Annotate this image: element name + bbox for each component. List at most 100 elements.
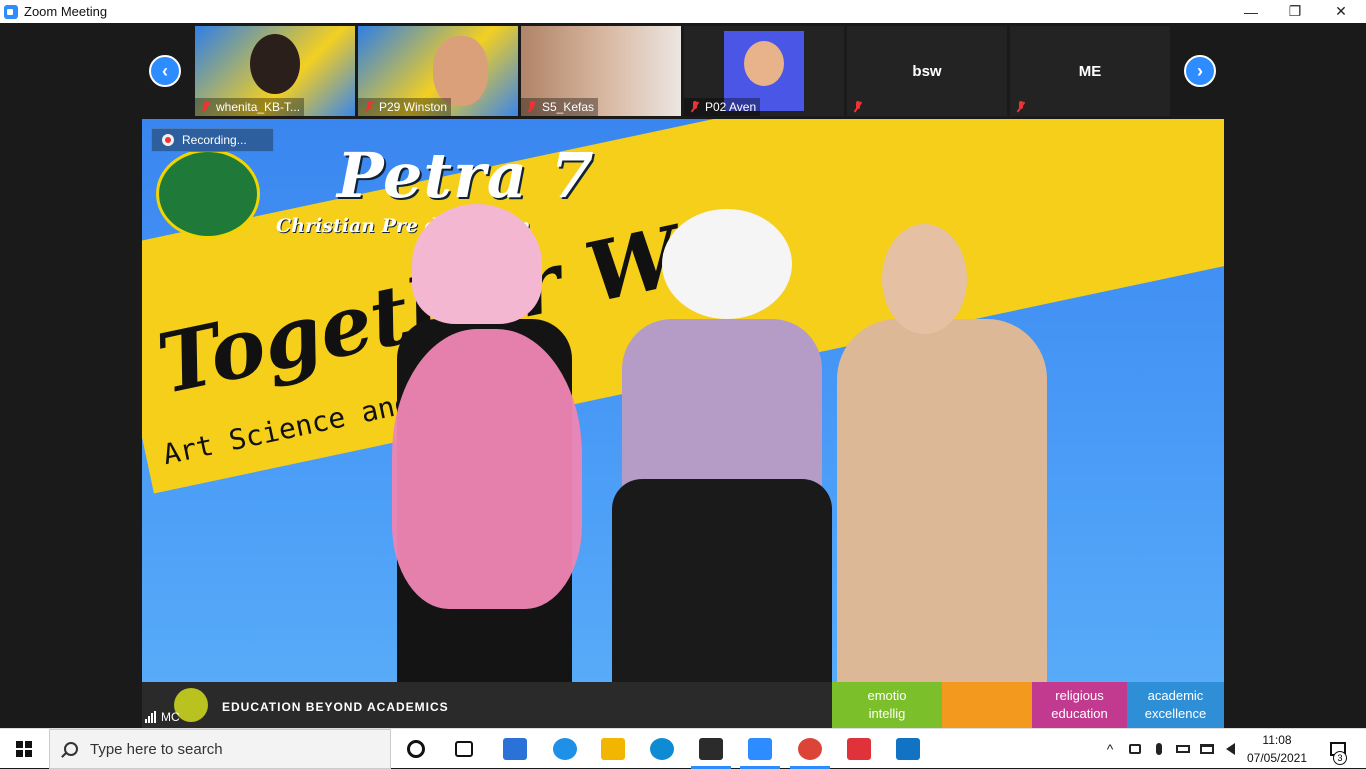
windows-logo-icon (16, 741, 32, 757)
mic-muted-icon (1016, 101, 1026, 113)
next-page-button[interactable]: › (1184, 55, 1216, 87)
banner-pill: emotio intellig (832, 682, 942, 728)
banner-pill: academic excellence (1127, 682, 1224, 728)
media-player-icon (896, 738, 920, 760)
participant-name-bar: P02 Aven (684, 98, 761, 116)
signal-strength-icon (145, 711, 156, 723)
sticky-notes-icon (699, 738, 723, 760)
presenter-right-head (882, 224, 967, 334)
participant-video (250, 34, 300, 94)
octopus-hat (412, 204, 542, 324)
taskbar-app-button[interactable] (541, 729, 589, 769)
battery-icon[interactable] (1172, 729, 1194, 769)
recording-indicator[interactable]: Recording... (151, 128, 274, 152)
bottom-banner: EDUCATION BEYOND ACADEMICS emotio intell… (142, 682, 1224, 728)
edge-legacy-icon (553, 738, 577, 760)
participant-name: P29 Winston (379, 100, 448, 114)
notification-count-badge: 3 (1333, 751, 1347, 765)
previous-page-button[interactable]: ‹ (149, 55, 181, 87)
participant-name: whenita_KB-T... (216, 100, 301, 114)
participant-tile[interactable]: P02 Aven (684, 26, 844, 116)
chrome-icon (798, 738, 822, 760)
participant-tile[interactable]: P29 Winston (358, 26, 518, 116)
taskbar-app-button[interactable] (440, 729, 488, 769)
snip-icon (847, 738, 871, 760)
taskbar-app-button[interactable] (736, 729, 784, 769)
participant-tile[interactable]: whenita_KB-T... (195, 26, 355, 116)
participant-tile[interactable]: bsw (847, 26, 1007, 116)
mail-icon (503, 738, 527, 760)
recording-label: Recording... (182, 133, 247, 147)
taskbar-app-button[interactable] (491, 729, 539, 769)
meet-now-icon[interactable] (1124, 729, 1146, 769)
participant-name-bar (1010, 98, 1035, 116)
presenter-right (837, 319, 1047, 728)
participant-name-bar: S5_Kefas (521, 98, 599, 116)
mic-muted-icon (853, 101, 863, 113)
mic-muted-icon (527, 101, 537, 113)
edge-icon (650, 738, 674, 760)
mic-muted-icon (690, 101, 700, 113)
bonnet-hat (662, 209, 792, 319)
school-seal-logo (156, 149, 260, 239)
mic-muted-icon (364, 101, 374, 113)
active-speaker-video[interactable]: Petra 7 Christian Pre dergarten Together… (142, 119, 1224, 728)
taskbar-clock[interactable]: 11:08 07/05/2021 (1238, 731, 1316, 767)
pill-line: education (1051, 706, 1108, 721)
participant-name-bar (847, 98, 872, 116)
taskbar-app-button[interactable] (638, 729, 686, 769)
taskbar-app-button[interactable] (786, 729, 834, 769)
participant-name: P02 Aven (705, 100, 757, 114)
network-icon[interactable] (1196, 729, 1218, 769)
volume-icon[interactable] (1220, 729, 1240, 769)
brand-title: Petra 7 (337, 139, 595, 212)
task-view-icon (407, 740, 425, 758)
k7-logo (1112, 149, 1202, 239)
chevron-up-icon: ^ (1106, 741, 1114, 757)
taskbar-search-box[interactable]: Type here to search (49, 729, 391, 769)
taskbar-app-button[interactable] (392, 729, 440, 769)
taskbar-app-button[interactable] (589, 729, 637, 769)
taskbar-app-button[interactable] (687, 729, 735, 769)
record-icon (162, 134, 174, 146)
file-explorer-icon (601, 738, 625, 760)
taskbar-app-button[interactable] (884, 729, 932, 769)
restore-button[interactable]: ❐ (1272, 0, 1318, 23)
timeline-icon (455, 741, 473, 757)
minimize-button[interactable]: — (1228, 0, 1274, 23)
taskbar-app-button[interactable] (835, 729, 883, 769)
windows-taskbar: Type here to search ^ 11:08 07/05/2021 3 (0, 728, 1366, 769)
banner-pill (942, 682, 1032, 728)
window-title: Zoom Meeting (24, 4, 108, 19)
pill-line: academic (1147, 688, 1204, 703)
participant-name-bar: P29 Winston (358, 98, 452, 116)
participant-tile[interactable]: S5_Kefas (521, 26, 681, 116)
close-button[interactable]: ✕ (1318, 0, 1364, 23)
search-icon (64, 742, 78, 756)
speaker-name-label: MC (145, 710, 180, 724)
zoom-icon (748, 738, 772, 760)
microphone-icon[interactable] (1148, 729, 1170, 769)
show-hidden-icons-button[interactable]: ^ (1100, 729, 1120, 769)
start-button[interactable] (0, 729, 48, 769)
pill-line: intellig (868, 706, 906, 721)
banner-pill: religious education (1032, 682, 1127, 728)
gallery-strip: ‹ whenita_KB-T... P29 Winston S5_Kefas P… (0, 23, 1366, 119)
search-placeholder: Type here to search (90, 740, 223, 758)
title-bar: Zoom Meeting — ❐ ✕ (0, 0, 1366, 23)
banner-text: EDUCATION BEYOND ACADEMICS (222, 700, 449, 714)
chevron-right-icon: › (1197, 60, 1203, 81)
participant-name: S5_Kefas (542, 100, 595, 114)
zoom-app-icon (4, 4, 18, 19)
pill-line: excellence (1144, 706, 1207, 721)
pill-line: religious (1055, 688, 1104, 703)
participant-tile[interactable]: ME (1010, 26, 1170, 116)
participant-name-bar: whenita_KB-T... (195, 98, 305, 116)
speaker-name: MC (161, 710, 180, 724)
pill-line: emotio (867, 688, 907, 703)
clock-date: 07/05/2021 (1246, 751, 1308, 765)
octopus-costume (392, 329, 582, 609)
participant-video (433, 36, 488, 106)
clock-time: 11:08 (1262, 733, 1292, 747)
mic-muted-icon (201, 101, 211, 113)
